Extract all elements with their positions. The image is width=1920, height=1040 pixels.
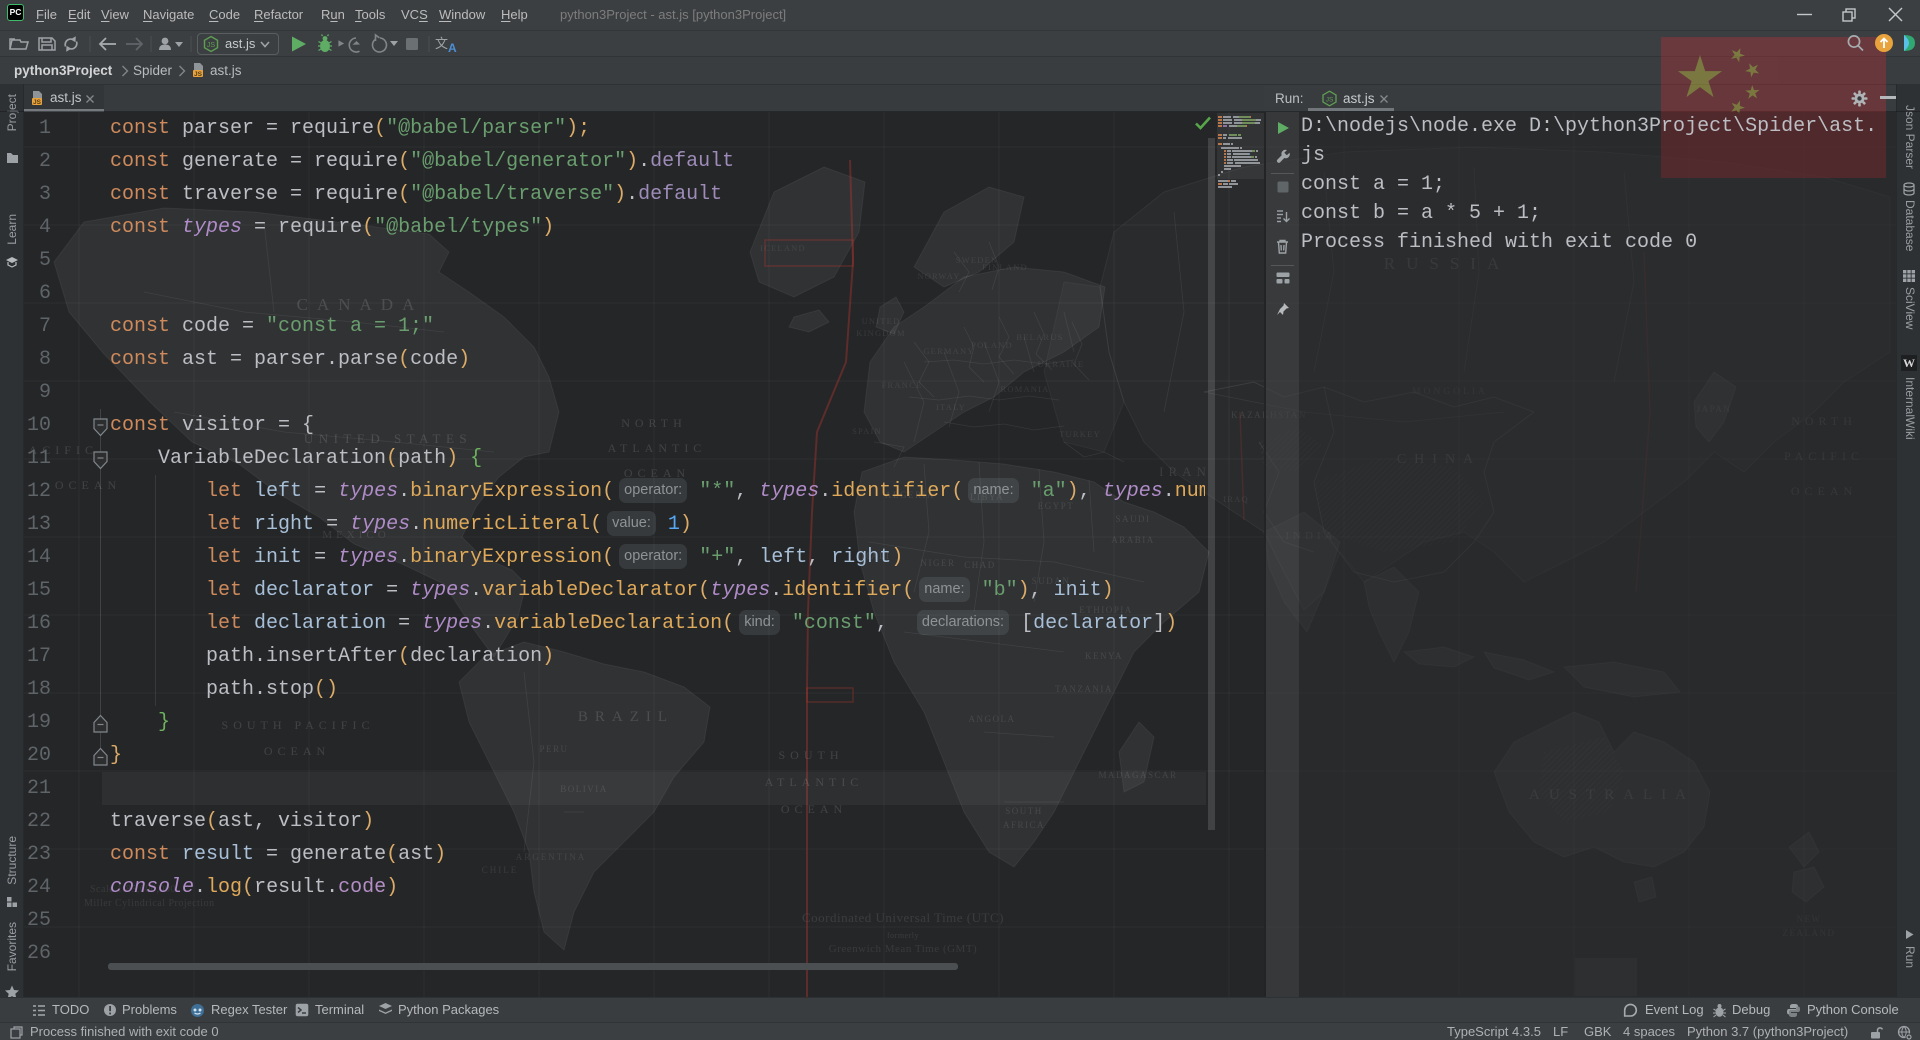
svg-text:JS: JS: [207, 42, 216, 49]
svg-text:文: 文: [435, 36, 448, 51]
svg-text:JS: JS: [33, 99, 42, 106]
svg-text:A: A: [448, 41, 457, 55]
svg-text:JS: JS: [1326, 97, 1334, 104]
svg-text:JS: JS: [194, 71, 203, 78]
